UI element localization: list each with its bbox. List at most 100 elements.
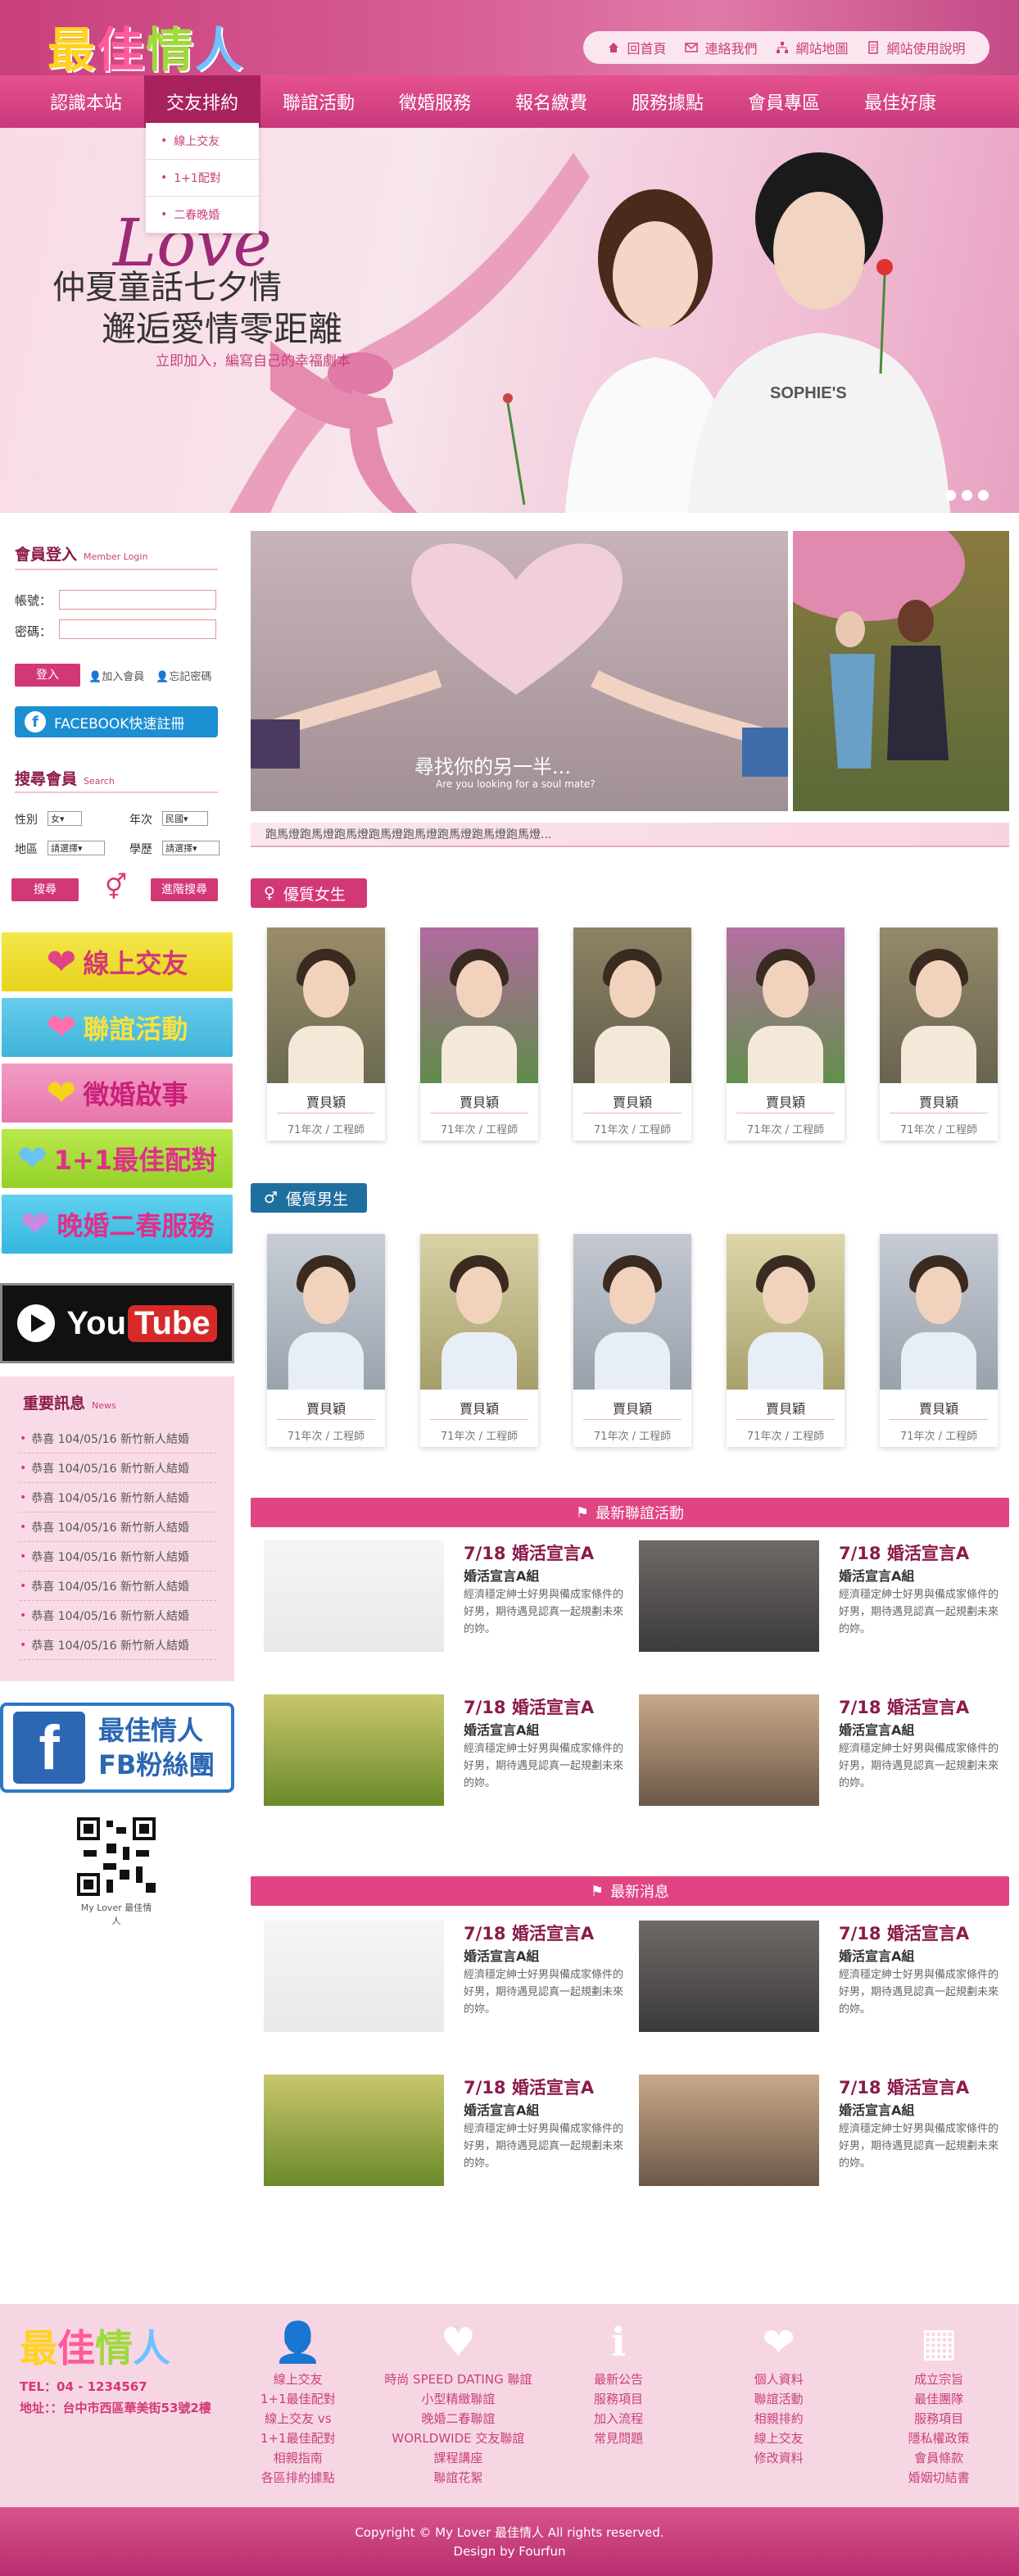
sitemap-link[interactable]: 網站地圖 bbox=[776, 38, 849, 57]
side-late-marriage-button[interactable]: ❤ 晚婚二春服務 bbox=[0, 1193, 234, 1255]
carousel-dot-2[interactable] bbox=[962, 490, 972, 501]
footer-link[interactable]: 線上交友 bbox=[699, 2429, 859, 2448]
forgot-password-link[interactable]: 👤忘記密碼 bbox=[156, 668, 211, 683]
activity-subtitle: 婚活宣言A組 bbox=[464, 1568, 540, 1584]
footer-link[interactable]: 個人資料 bbox=[699, 2370, 859, 2389]
carousel-dot-3[interactable] bbox=[978, 490, 989, 501]
footer-link[interactable]: 相親排約 bbox=[699, 2409, 859, 2429]
gender-select[interactable]: 女 ▾ bbox=[48, 811, 82, 826]
activity-item[interactable]: 7/18 婚活宣言A 婚活宣言A組 經濟穩定紳士好男與備成家條件的好男，期待遇見認真… bbox=[639, 1540, 1006, 1671]
dropdown-online-dating[interactable]: 線上交友 bbox=[146, 123, 259, 160]
footer-link[interactable]: WORLDWIDE 交友聯誼 bbox=[378, 2429, 539, 2448]
side-online-dating-button[interactable]: ❤ 線上交友 bbox=[0, 931, 234, 993]
footer-link[interactable]: 常見問題 bbox=[538, 2429, 699, 2448]
contact-link[interactable]: 連絡我們 bbox=[685, 38, 758, 57]
nav-about[interactable]: 認識本站 bbox=[28, 75, 144, 128]
activity-item[interactable]: 7/18 婚活宣言A 婚活宣言A組 經濟穩定紳士好男與備成家條件的好男，期待遇見認真… bbox=[264, 1540, 631, 1671]
member-card[interactable]: 賈貝穎 71年次 / 工程師 bbox=[880, 927, 998, 1141]
news-item[interactable]: • 恭喜 104/05/16 新竹新人結婚 bbox=[20, 1542, 216, 1571]
hero-image-heart[interactable]: 尋找你的另一半... Are you looking for a soul ma… bbox=[251, 531, 788, 811]
guide-link[interactable]: 網站使用說明 bbox=[867, 38, 966, 57]
hero-image-couple[interactable] bbox=[793, 531, 1009, 811]
footer-link[interactable]: 課程講座 bbox=[378, 2448, 539, 2468]
activity-item[interactable]: 7/18 婚活宣言A 婚活宣言A組 經濟穩定紳士好男與備成家條件的好男，期待遇見認真… bbox=[264, 1921, 631, 2052]
footer-link[interactable]: 隱私權政策 bbox=[858, 2429, 1019, 2448]
password-input[interactable] bbox=[59, 619, 216, 639]
age-select[interactable]: 民國 ▾ bbox=[162, 811, 208, 826]
login-button[interactable]: 登入 bbox=[15, 664, 80, 687]
footer-link[interactable]: 聯誼活動 bbox=[699, 2389, 859, 2409]
member-card[interactable]: 賈貝穎 71年次 / 工程師 bbox=[573, 927, 691, 1141]
member-card[interactable]: 賈貝穎 71年次 / 工程師 bbox=[727, 1234, 845, 1447]
activity-item[interactable]: 7/18 婚活宣言A 婚活宣言A組 經濟穩定紳士好男與備成家條件的好男，期待遇見認真… bbox=[264, 1694, 631, 1825]
footer-link[interactable]: 最新公告 bbox=[538, 2370, 699, 2389]
footer-link[interactable]: 小型精緻聯誼 bbox=[378, 2389, 539, 2409]
area-select[interactable]: 請選擇 ▾ bbox=[48, 841, 105, 855]
nav-members[interactable]: 會員專區 bbox=[726, 75, 842, 128]
nav-events[interactable]: 聯誼活動 bbox=[260, 75, 377, 128]
footer-link[interactable]: 各區排約據點 bbox=[218, 2468, 378, 2488]
member-card[interactable]: 賈貝穎 71年次 / 工程師 bbox=[267, 927, 385, 1141]
dropdown-second-spring[interactable]: 二春晚婚 bbox=[146, 197, 259, 234]
footer-link[interactable]: 成立宗旨 bbox=[858, 2370, 1019, 2389]
footer-link[interactable]: 1+1最佳配對 bbox=[218, 2389, 378, 2409]
footer-link[interactable]: 1+1最佳配對 bbox=[218, 2429, 378, 2448]
footer-link[interactable]: 加入流程 bbox=[538, 2409, 699, 2429]
footer-link[interactable]: 線上交友 bbox=[218, 2370, 378, 2389]
activity-item[interactable]: 7/18 婚活宣言A 婚活宣言A組 經濟穩定紳士好男與備成家條件的好男，期待遇見認真… bbox=[264, 2075, 631, 2206]
site-logo[interactable]: 最佳情人 bbox=[48, 11, 244, 80]
footer-link[interactable]: 聯誼花絮 bbox=[378, 2468, 539, 2488]
news-item[interactable]: • 恭喜 104/05/16 新竹新人結婚 bbox=[20, 1483, 216, 1512]
nav-dating[interactable]: 交友排約 bbox=[144, 75, 260, 128]
member-card[interactable]: 賈貝穎 71年次 / 工程師 bbox=[727, 927, 845, 1141]
side-marriage-button[interactable]: ❤ 徵婚啟事 bbox=[0, 1062, 234, 1124]
activity-image bbox=[264, 1540, 444, 1652]
news-item[interactable]: • 恭喜 104/05/16 新竹新人結婚 bbox=[20, 1601, 216, 1630]
member-body bbox=[442, 1332, 517, 1390]
news-item[interactable]: • 恭喜 104/05/16 新竹新人結婚 bbox=[20, 1630, 216, 1660]
youtube-button[interactable]: You Tube bbox=[0, 1283, 234, 1363]
dropdown-one-plus-one[interactable]: 1+1配對 bbox=[146, 160, 259, 197]
member-card[interactable]: 賈貝穎 71年次 / 工程師 bbox=[420, 1234, 538, 1447]
member-card[interactable]: 賈貝穎 71年次 / 工程師 bbox=[267, 1234, 385, 1447]
footer-link[interactable]: 會員條款 bbox=[858, 2448, 1019, 2468]
side-events-button[interactable]: ❤ 聯誼活動 bbox=[0, 996, 234, 1059]
activity-item[interactable]: 7/18 婚活宣言A 婚活宣言A組 經濟穩定紳士好男與備成家條件的好男，期待遇見認真… bbox=[639, 2075, 1006, 2206]
footer-link[interactable]: 婚姻切結書 bbox=[858, 2468, 1019, 2488]
home-link[interactable]: 回首頁 bbox=[607, 38, 667, 57]
activity-item[interactable]: 7/18 婚活宣言A 婚活宣言A組 經濟穩定紳士好男與備成家條件的好男，期待遇見認真… bbox=[639, 1921, 1006, 2052]
news-item[interactable]: • 恭喜 104/05/16 新竹新人結婚 bbox=[20, 1454, 216, 1483]
advanced-search-button[interactable]: 進階搜尋 bbox=[151, 878, 218, 901]
footer-link[interactable]: 線上交友 vs bbox=[218, 2409, 378, 2429]
member-card[interactable]: 賈貝穎 71年次 / 工程師 bbox=[880, 1234, 998, 1447]
member-card[interactable]: 賈貝穎 71年次 / 工程師 bbox=[573, 1234, 691, 1447]
member-card[interactable]: 賈貝穎 71年次 / 工程師 bbox=[420, 927, 538, 1141]
footer-link[interactable]: 晚婚二春聯誼 bbox=[378, 2409, 539, 2429]
news-item[interactable]: • 恭喜 104/05/16 新竹新人結婚 bbox=[20, 1571, 216, 1601]
carousel-dot-1[interactable] bbox=[945, 490, 956, 501]
member-face bbox=[456, 960, 502, 1018]
nav-register[interactable]: 報名繳費 bbox=[493, 75, 609, 128]
side-best-match-button[interactable]: ❤ 1+1最佳配對 bbox=[0, 1127, 234, 1190]
nav-deals[interactable]: 最佳好康 bbox=[842, 75, 958, 128]
nav-locations[interactable]: 服務據點 bbox=[609, 75, 726, 128]
activity-item[interactable]: 7/18 婚活宣言A 婚活宣言A組 經濟穩定紳士好男與備成家條件的好男，期待遇見認真… bbox=[639, 1694, 1006, 1825]
footer-link[interactable]: 時尚 SPEED DATING 聯誼 bbox=[378, 2370, 539, 2389]
join-member-link[interactable]: 👤加入會員 bbox=[88, 668, 144, 683]
footer-link[interactable]: 相親指南 bbox=[218, 2448, 378, 2468]
search-button[interactable]: 搜尋 bbox=[11, 878, 79, 901]
marquee-bar: 跑馬燈跑馬燈跑馬燈跑馬燈跑馬燈跑馬燈跑馬燈跑馬燈... bbox=[251, 823, 1009, 847]
footer-link[interactable]: 修改資料 bbox=[699, 2448, 859, 2468]
education-select[interactable]: 請選擇 ▾ bbox=[162, 841, 220, 855]
facebook-register-button[interactable]: f FACEBOOK快速註冊 bbox=[15, 706, 218, 737]
education-label: 學歷 bbox=[129, 843, 152, 856]
footer-link[interactable]: 服務項目 bbox=[858, 2409, 1019, 2429]
account-input[interactable] bbox=[59, 590, 216, 610]
footer-link[interactable]: 服務項目 bbox=[538, 2389, 699, 2409]
news-item[interactable]: • 恭喜 104/05/16 新竹新人結婚 bbox=[20, 1424, 216, 1454]
footer-link[interactable]: 最佳團隊 bbox=[858, 2389, 1019, 2409]
news-item[interactable]: • 恭喜 104/05/16 新竹新人結婚 bbox=[20, 1512, 216, 1542]
fb-fans-button[interactable]: f 最佳情人 FB粉絲團 bbox=[0, 1703, 234, 1793]
nav-marriage[interactable]: 徵婚服務 bbox=[377, 75, 493, 128]
heart-icon: ❤ bbox=[46, 1072, 77, 1114]
